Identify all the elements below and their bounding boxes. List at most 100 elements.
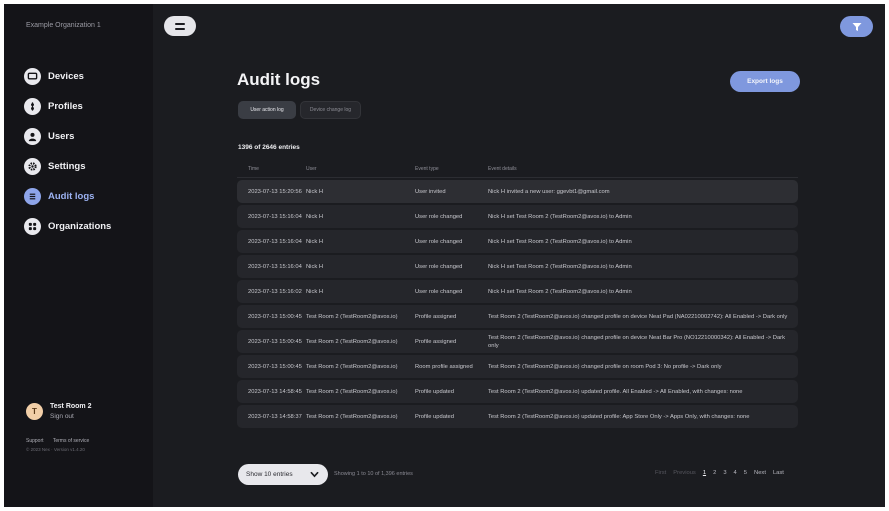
row-time: 2023-07-13 15:00:45 xyxy=(248,363,302,370)
table-row: 2023-07-13 15:16:04 Nick H User role chang… xyxy=(237,255,798,278)
sidebar-item-settings[interactable]: Settings xyxy=(24,151,111,181)
page-next-button[interactable]: Next xyxy=(754,470,766,476)
row-time: 2023-07-13 15:16:04 xyxy=(248,263,302,270)
table-row: 2023-07-13 15:00:45 Test Room 2 (TestRoom… xyxy=(237,330,798,353)
row-user: Nick H xyxy=(306,288,324,295)
row-time: 2023-07-13 15:16:02 xyxy=(248,288,302,295)
gear-icon xyxy=(24,157,41,175)
sidebar-nav: Devices Profiles Users Settings Audit lo… xyxy=(24,61,111,241)
filter-button[interactable] xyxy=(840,16,873,37)
sidebar-item-organizations[interactable]: Organizations xyxy=(24,211,111,241)
hamburger-icon xyxy=(175,22,185,25)
sign-out-link[interactable]: Sign out xyxy=(50,413,92,420)
pagination: First Previous 1 2 3 4 5 Next Last xyxy=(655,470,784,476)
monitor-icon xyxy=(24,67,41,85)
org-name[interactable]: Example Organization 1 xyxy=(26,22,101,29)
row-event-type: User role changed xyxy=(415,213,463,220)
audit-log-table: Time User Event type Event details 2023-… xyxy=(237,161,798,428)
page-title: Audit logs xyxy=(237,70,321,89)
row-event-details: Test Room 2 (TestRoom2@avos.io) updated … xyxy=(488,413,750,420)
row-event-details: Test Room 2 (TestRoom2@avos.io) changed … xyxy=(488,334,786,349)
tab-user-action-log[interactable]: User action log xyxy=(238,101,296,119)
sidebar-item-label: Audit logs xyxy=(48,190,95,202)
page-first-button[interactable]: First xyxy=(655,470,666,476)
row-event-type: Profile updated xyxy=(415,388,454,395)
sidebar: Example Organization 1 Devices Profiles … xyxy=(4,4,153,507)
row-event-details: Nick H set Test Room 2 (TestRoom2@avos.i… xyxy=(488,238,632,245)
row-user: Test Room 2 (TestRoom2@avos.io) xyxy=(306,388,398,395)
current-user: T Test Room 2 Sign out xyxy=(26,403,92,420)
row-event-type: Room profile assigned xyxy=(415,363,473,370)
entries-count: 1396 of 2646 entries xyxy=(238,144,300,151)
column-header-event-type: Event type xyxy=(415,166,439,172)
export-logs-button[interactable]: Export logs xyxy=(730,71,800,92)
user-info: Test Room 2 Sign out xyxy=(50,403,92,420)
row-event-details: Nick H set Test Room 2 (TestRoom2@avos.i… xyxy=(488,288,632,295)
menu-toggle-button[interactable] xyxy=(164,16,196,36)
row-event-type: User role changed xyxy=(415,288,463,295)
row-time: 2023-07-13 15:16:04 xyxy=(248,213,302,220)
row-event-details: Test Room 2 (TestRoom2@avos.io) updated … xyxy=(488,388,743,395)
page-4-button[interactable]: 4 xyxy=(734,470,737,476)
column-header-event-details: Event details xyxy=(488,166,517,172)
sidebar-item-label: Organizations xyxy=(48,220,112,232)
table-row: 2023-07-13 15:16:04 Nick H User role chang… xyxy=(237,230,798,253)
sidebar-item-label: Users xyxy=(48,130,75,142)
row-user: Test Room 2 (TestRoom2@avos.io) xyxy=(306,363,398,370)
support-link[interactable]: Support xyxy=(26,438,44,444)
table-row: 2023-07-13 15:00:45 Test Room 2 (TestRoom… xyxy=(237,305,798,328)
row-time: 2023-07-13 15:16:04 xyxy=(248,238,302,245)
row-user: Nick H xyxy=(306,213,324,220)
page-previous-button[interactable]: Previous xyxy=(673,470,696,476)
row-user: Test Room 2 (TestRoom2@avos.io) xyxy=(306,313,398,320)
row-event-type: User invited xyxy=(415,188,446,195)
avatar: T xyxy=(26,403,43,420)
sliders-icon xyxy=(24,97,41,115)
row-time: 2023-07-13 15:20:56 xyxy=(248,188,302,195)
app-window: Example Organization 1 Devices Profiles … xyxy=(4,4,885,507)
row-event-details: Nick H set Test Room 2 (TestRoom2@avos.i… xyxy=(488,263,632,270)
entries-per-page-value: Show 10 entries xyxy=(246,471,293,478)
row-user: Nick H xyxy=(306,238,324,245)
row-time: 2023-07-13 15:00:45 xyxy=(248,313,302,320)
entries-per-page-select[interactable]: Show 10 entries xyxy=(238,464,328,485)
page-5-button[interactable]: 5 xyxy=(744,470,747,476)
chevron-down-icon xyxy=(310,471,319,478)
list-icon xyxy=(24,187,41,205)
row-time: 2023-07-13 14:58:37 xyxy=(248,413,302,420)
page-1-button[interactable]: 1 xyxy=(703,470,706,476)
version-info: © 2023 Nex · Version v1.4.20 xyxy=(26,447,85,452)
row-user: Test Room 2 (TestRoom2@avos.io) xyxy=(306,413,398,420)
row-event-details: Test Room 2 (TestRoom2@avos.io) changed … xyxy=(488,363,722,370)
terms-link[interactable]: Terms of service xyxy=(53,438,89,444)
row-event-type: User role changed xyxy=(415,263,463,270)
row-event-details: Nick H invited a new user: ggevbt1@gmail… xyxy=(488,188,610,195)
page-last-button[interactable]: Last xyxy=(773,470,784,476)
table-row: 2023-07-13 15:20:56 Nick H User invited Nic… xyxy=(237,180,798,203)
tab-device-change-log[interactable]: Device change log xyxy=(300,101,361,119)
grid-icon xyxy=(24,217,41,235)
page-2-button[interactable]: 2 xyxy=(713,470,716,476)
user-name: Test Room 2 xyxy=(50,403,92,410)
row-time: 2023-07-13 14:58:45 xyxy=(248,388,302,395)
filter-icon xyxy=(852,22,861,31)
table-row: 2023-07-13 14:58:45 Test Room 2 (TestRoom… xyxy=(237,380,798,403)
sidebar-item-devices[interactable]: Devices xyxy=(24,61,111,91)
table-row: 2023-07-13 15:00:45 Test Room 2 (TestRoom… xyxy=(237,355,798,378)
row-event-type: Profile assigned xyxy=(415,338,457,345)
column-header-time: Time xyxy=(248,166,259,172)
sidebar-item-users[interactable]: Users xyxy=(24,121,111,151)
sidebar-item-label: Settings xyxy=(48,160,86,172)
row-user: Nick H xyxy=(306,188,324,195)
row-event-details: Nick H set Test Room 2 (TestRoom2@avos.i… xyxy=(488,213,632,220)
page-3-button[interactable]: 3 xyxy=(723,470,726,476)
row-event-details: Test Room 2 (TestRoom2@avos.io) changed … xyxy=(488,313,788,320)
sidebar-item-label: Devices xyxy=(48,70,84,82)
sidebar-item-audit-logs[interactable]: Audit logs xyxy=(24,181,111,211)
row-event-type: Profile updated xyxy=(415,413,454,420)
showing-range-text: Showing 1 to 10 of 1,396 entries xyxy=(334,471,413,477)
table-row: 2023-07-13 15:16:04 Nick H User role chang… xyxy=(237,205,798,228)
row-user: Test Room 2 (TestRoom2@avos.io) xyxy=(306,338,398,345)
sidebar-item-profiles[interactable]: Profiles xyxy=(24,91,111,121)
row-event-type: User role changed xyxy=(415,238,463,245)
